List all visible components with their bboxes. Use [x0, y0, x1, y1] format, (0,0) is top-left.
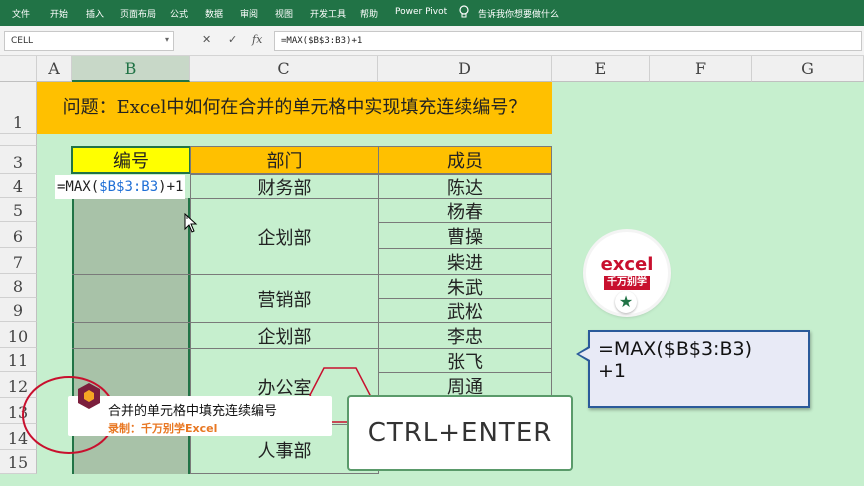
row-header-3[interactable]: 3 [0, 146, 37, 174]
logo-text-cn: 千万别学 [604, 276, 650, 290]
hexagon-badge-icon [78, 383, 100, 409]
title-cell[interactable]: 问题：Excel中如何在合并的单元格中实现填充连续编号？ [37, 82, 552, 134]
logo-text-excel: excel [600, 254, 654, 275]
banner-subtitle: 录制：千万别学Excel [108, 422, 218, 435]
tab-formulas[interactable]: 公式 [170, 7, 188, 20]
member-cell[interactable]: 张飞 [378, 348, 552, 373]
tell-me-search[interactable]: 告诉我你想要做什么 [478, 7, 559, 20]
row-header-8[interactable]: 8 [0, 274, 37, 298]
member-cell[interactable]: 杨春 [378, 198, 552, 223]
row-header-6[interactable]: 6 [0, 222, 37, 248]
formula-prefix: =MAX( [57, 179, 100, 195]
header-cell-number[interactable]: 编号 [71, 146, 191, 174]
shortcut-key-box: CTRL+ENTER [347, 395, 573, 471]
name-box[interactable]: CELL ▾ [4, 31, 174, 51]
banner-title: 合并的单元格中填充连续编号 [108, 404, 278, 419]
select-all-corner[interactable] [0, 56, 37, 82]
header-cell-member[interactable]: 成员 [378, 146, 552, 174]
member-cell[interactable]: 武松 [378, 298, 552, 323]
tab-data[interactable]: 数据 [205, 7, 223, 20]
move-cursor-icon [184, 213, 198, 233]
column-header-g[interactable]: G [752, 56, 864, 82]
row-header-9[interactable]: 9 [0, 298, 37, 322]
formula-callout: =MAX($B$3:B3) +1 [588, 330, 810, 408]
row-header-5[interactable]: 5 [0, 198, 37, 222]
member-cell[interactable]: 柴进 [378, 248, 552, 275]
member-cell[interactable]: 陈达 [378, 174, 552, 199]
column-header-f[interactable]: F [650, 56, 752, 82]
star-icon: ★ [615, 291, 637, 313]
row-header-7[interactable]: 7 [0, 248, 37, 274]
department-cell[interactable]: 企划部 [190, 322, 379, 349]
header-cell-department[interactable]: 部门 [190, 146, 379, 174]
column-header-b[interactable]: B [72, 56, 190, 82]
cell-divider [72, 274, 190, 275]
formula-bar: CELL ▾ ✕ ✓ fx =MAX($B$3:B3)+1 [0, 26, 864, 56]
cell-divider [72, 348, 190, 349]
member-cell[interactable]: 李忠 [378, 322, 552, 349]
cancel-icon[interactable]: ✕ [202, 33, 211, 46]
tab-view[interactable]: 视图 [275, 7, 293, 20]
row-header-4[interactable]: 4 [0, 174, 37, 198]
tab-developer[interactable]: 开发工具 [310, 7, 346, 20]
column-header-c[interactable]: C [190, 56, 378, 82]
insert-function-icon[interactable]: fx [252, 33, 262, 46]
formula-reference: $B$3:B3 [99, 179, 159, 195]
name-box-value: CELL [11, 36, 33, 46]
enter-icon[interactable]: ✓ [228, 33, 237, 46]
tab-page-layout[interactable]: 页面布局 [120, 7, 156, 20]
formula-buttons: ✕ ✓ fx [188, 31, 270, 51]
column-header-a[interactable]: A [37, 56, 72, 82]
row-header-15[interactable]: 15 [0, 450, 37, 474]
excel-logo-badge: excel 千万别学 ★ [586, 232, 668, 314]
row-header-10[interactable]: 10 [0, 322, 37, 348]
department-cell[interactable]: 财务部 [190, 174, 379, 199]
lightbulb-icon [459, 5, 469, 18]
tab-review[interactable]: 审阅 [240, 7, 258, 20]
formula-input[interactable]: =MAX($B$3:B3)+1 [274, 31, 862, 51]
member-cell[interactable]: 曹操 [378, 222, 552, 249]
callout-line-1: =MAX($B$3:B3) [598, 338, 752, 360]
tab-power-pivot[interactable]: Power Pivot [395, 7, 447, 17]
column-header-e[interactable]: E [552, 56, 650, 82]
callout-line-2: +1 [598, 360, 627, 382]
callout-pointer-inner [579, 348, 590, 360]
tab-insert[interactable]: 插入 [86, 7, 104, 20]
row-header-11[interactable]: 11 [0, 348, 37, 372]
video-title-banner: 合并的单元格中填充连续编号 录制：千万别学Excel [68, 396, 332, 436]
department-cell[interactable]: 企划部 [190, 198, 379, 275]
row-header-1[interactable]: 1 [0, 82, 37, 134]
formula-suffix: )+1 [158, 179, 184, 195]
tab-help[interactable]: 帮助 [360, 7, 378, 20]
tab-file[interactable]: 文件 [12, 7, 30, 20]
member-cell[interactable]: 朱武 [378, 274, 552, 299]
ribbon-tab-bar: 文件 开始 插入 页面布局 公式 数据 审阅 视图 开发工具 帮助 Power … [0, 0, 864, 26]
cell-divider [72, 322, 190, 323]
cell-b4-editing[interactable]: =MAX($B$3:B3)+1 [55, 175, 186, 199]
tab-home[interactable]: 开始 [50, 7, 68, 20]
chevron-down-icon[interactable]: ▾ [165, 35, 169, 44]
row-header-2[interactable]: 2 [0, 134, 37, 146]
department-cell[interactable]: 营销部 [190, 274, 379, 323]
column-header-d[interactable]: D [378, 56, 552, 82]
